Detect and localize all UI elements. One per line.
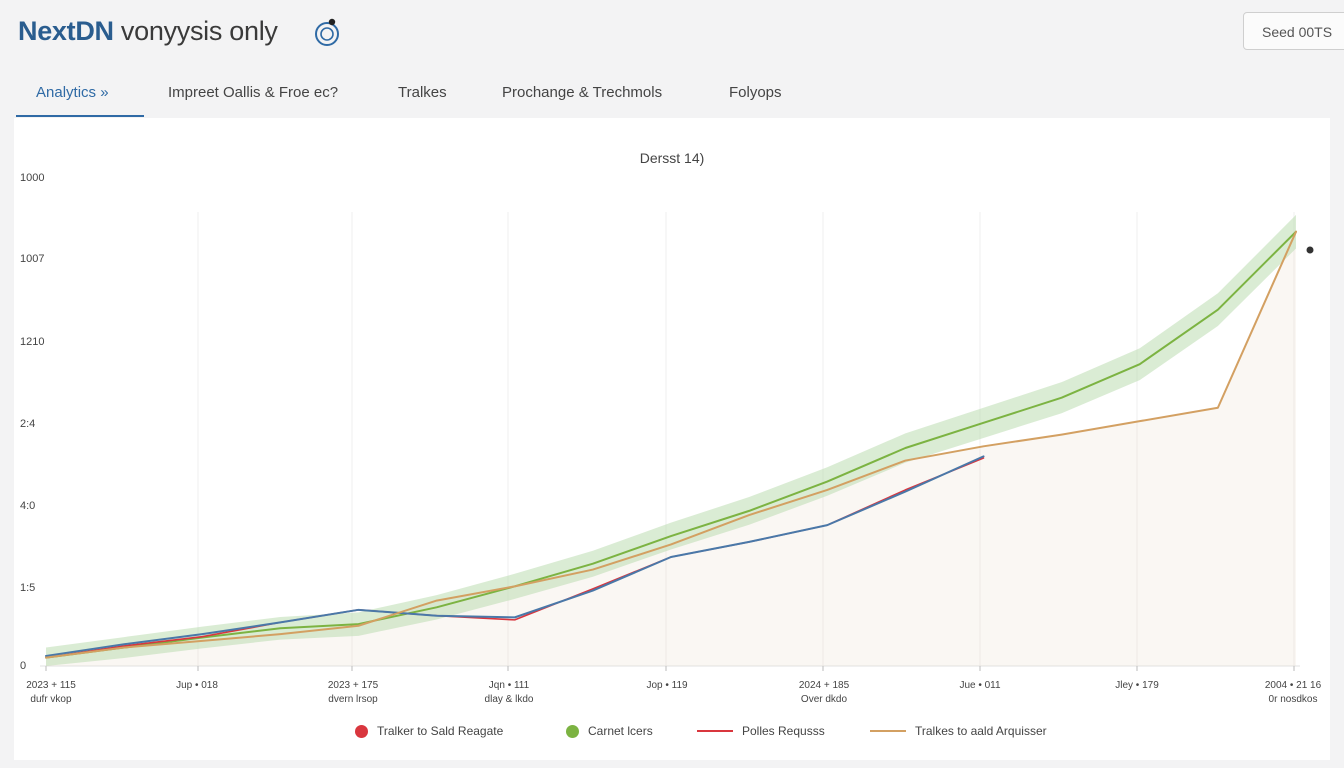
legend-label: Tralker to Sald Reagate	[377, 724, 504, 738]
x-tick-line1: Jqn • 111	[488, 680, 530, 691]
x-tick-label: Jop • 119	[622, 679, 712, 693]
x-tick-line1: 2023 + 115	[26, 680, 76, 691]
x-tick-line2: dufr vkop	[30, 694, 72, 705]
x-tick-line1: Jop • 119	[646, 680, 688, 691]
x-tick-line2: dlay & lkdo	[484, 694, 534, 705]
legend-line-orange-icon	[870, 730, 906, 732]
x-tick-line2: 0r nosdkos	[1268, 694, 1318, 705]
legend-label: Tralkes to aald Arquisser	[915, 724, 1047, 738]
x-tick-label: Jue • 011	[935, 679, 1025, 693]
x-tick-line1: 2024 + 185	[798, 680, 850, 691]
x-tick-label: 2024 + 185 Over dkdo	[779, 679, 869, 707]
x-tick-line2: dvern lrsop	[328, 694, 378, 705]
series-area-fill	[46, 231, 1296, 666]
x-tick-line1: 2004 • 21 16	[1264, 680, 1322, 691]
x-tick-label: 2023 + 175 dvern lrsop	[308, 679, 398, 707]
legend-label: Polles Requsss	[742, 724, 825, 738]
x-tick-label: Jqn • 111 dlay & lkdo	[464, 679, 554, 707]
x-tick-line2: Over dkdo	[800, 694, 848, 705]
legend-item-tralkes-aald[interactable]: Tralkes to aald Arquisser	[870, 724, 1047, 738]
legend-item-tralker-sald[interactable]: Tralker to Sald Reagate	[355, 724, 503, 738]
x-tick-label: 2004 • 21 16 0r nosdkos	[1248, 679, 1338, 707]
x-tick-line1: Jley • 179	[1115, 680, 1159, 691]
legend-dot-red-icon	[355, 724, 368, 738]
legend-dot-green-icon	[566, 724, 579, 738]
x-tick-label: 2023 + 115 dufr vkop	[6, 679, 96, 707]
x-tick-label: Jup • 018	[152, 679, 242, 693]
x-tick-line1: Jup • 018	[176, 680, 218, 691]
x-tick-line1: Jue • 011	[959, 680, 1001, 691]
x-tick-label: Jley • 179	[1092, 679, 1182, 693]
legend-item-polles-requsss[interactable]: Polles Requsss	[697, 724, 825, 738]
end-marker-dot	[1306, 246, 1314, 254]
x-tick-line1: 2023 + 175	[327, 680, 379, 691]
legend-item-carnet-lcers[interactable]: Carnet lcers	[566, 724, 653, 738]
legend-line-red-icon	[697, 730, 733, 732]
line-chart	[40, 212, 1314, 671]
legend-label: Carnet lcers	[588, 724, 653, 738]
